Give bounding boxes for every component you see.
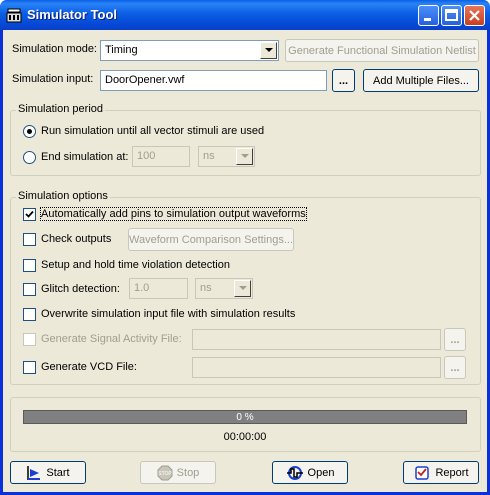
end-at-label[interactable]: End simulation at: — [41, 151, 128, 163]
progress-text: 0 % — [236, 412, 254, 423]
chevron-down-icon[interactable] — [236, 148, 253, 165]
simulation-mode-label: Simulation mode: — [12, 43, 97, 55]
report-icon — [415, 465, 430, 480]
chevron-down-icon[interactable] — [234, 280, 251, 297]
chevron-down-icon[interactable] — [260, 42, 277, 59]
stop-label: Stop — [176, 466, 200, 479]
open-button[interactable]: Open — [272, 461, 348, 484]
status-panel — [10, 397, 481, 452]
simulation-mode-select[interactable]: Timing — [100, 40, 279, 61]
end-time-field[interactable]: 100 — [132, 146, 190, 167]
glitch-value: 1.0 — [134, 282, 150, 294]
setup-hold-checkbox[interactable] — [23, 259, 36, 272]
overwrite-input-checkbox[interactable] — [23, 308, 36, 321]
stop-button[interactable]: STOP Stop — [140, 461, 216, 484]
end-at-radio[interactable] — [23, 151, 36, 164]
signal-activity-file-field[interactable] — [192, 329, 441, 350]
signal-activity-browse-button[interactable]: ... — [444, 328, 466, 351]
stop-icon: STOP — [157, 465, 173, 480]
check-outputs-checkbox[interactable] — [23, 233, 36, 246]
checkmark-icon — [25, 210, 34, 218]
stop-icon-text: STOP — [158, 471, 172, 477]
run-all-radio[interactable] — [23, 125, 36, 138]
window-title: Simulator Tool — [27, 7, 118, 22]
glitch-unit-select[interactable]: ns — [195, 278, 253, 299]
open-label: Open — [307, 466, 335, 479]
minimize-icon — [424, 18, 431, 21]
end-unit-value: ns — [203, 150, 215, 162]
report-label: Report — [435, 466, 469, 479]
browse-input-button[interactable]: ... — [332, 69, 355, 92]
auto-add-pins-checkbox[interactable] — [23, 208, 36, 221]
vcd-file-checkbox[interactable] — [23, 361, 36, 374]
run-all-label[interactable]: Run simulation until all vector stimuli … — [41, 125, 264, 137]
simulation-input-field[interactable]: DoorOpener.vwf — [100, 70, 327, 91]
glitch-detection-checkbox[interactable] — [23, 283, 36, 296]
report-button[interactable]: Report — [403, 461, 479, 484]
end-time-value: 100 — [137, 150, 156, 162]
add-multiple-files-button[interactable]: Add Multiple Files... — [363, 69, 479, 92]
dialog-body: Simulation mode: Timing Generate Functio… — [3, 30, 487, 492]
simulation-options-title: Simulation options — [16, 190, 110, 202]
glitch-unit-value: ns — [200, 282, 212, 294]
vcd-browse-button[interactable]: ... — [444, 356, 466, 379]
signal-activity-label[interactable]: Generate Signal Activity File: — [41, 333, 182, 345]
simulation-input-label: Simulation input: — [12, 73, 94, 85]
start-icon — [27, 465, 41, 480]
maximize-button[interactable] — [441, 5, 462, 26]
signal-activity-checkbox[interactable] — [23, 333, 36, 346]
progress-bar: 0 % — [23, 410, 467, 424]
simulator-app-icon — [6, 8, 22, 23]
simulation-input-value: DoorOpener.vwf — [105, 74, 185, 86]
check-outputs-label[interactable]: Check outputs — [41, 233, 111, 245]
generate-netlist-button[interactable]: Generate Functional Simulation Netlist — [285, 39, 479, 62]
open-waveform-icon — [286, 465, 303, 480]
end-unit-select[interactable]: ns — [198, 146, 255, 167]
simulation-period-title: Simulation period — [16, 103, 105, 115]
start-label: Start — [46, 466, 70, 479]
title-bar[interactable]: Simulator Tool — [0, 0, 490, 30]
minimize-button[interactable] — [418, 5, 439, 26]
simulator-tool-window: Simulator Tool Simulation mode: Timing G… — [0, 0, 490, 495]
close-button[interactable] — [464, 5, 485, 26]
maximize-icon — [445, 9, 458, 21]
overwrite-input-label[interactable]: Overwrite simulation input file with sim… — [41, 308, 295, 320]
elapsed-time: 00:00:00 — [223, 431, 267, 443]
vcd-file-field[interactable] — [192, 357, 441, 378]
auto-add-pins-label[interactable]: Automatically add pins to simulation out… — [40, 207, 307, 221]
setup-hold-label[interactable]: Setup and hold time violation detection — [41, 259, 230, 271]
start-button[interactable]: Start — [10, 461, 86, 484]
waveform-comparison-settings-button[interactable]: Waveform Comparison Settings... — [128, 228, 294, 251]
simulation-mode-value: Timing — [105, 44, 138, 56]
close-icon — [469, 10, 480, 21]
glitch-value-field[interactable]: 1.0 — [129, 278, 188, 299]
glitch-detection-label[interactable]: Glitch detection: — [41, 283, 120, 295]
vcd-file-label[interactable]: Generate VCD File: — [41, 361, 137, 373]
